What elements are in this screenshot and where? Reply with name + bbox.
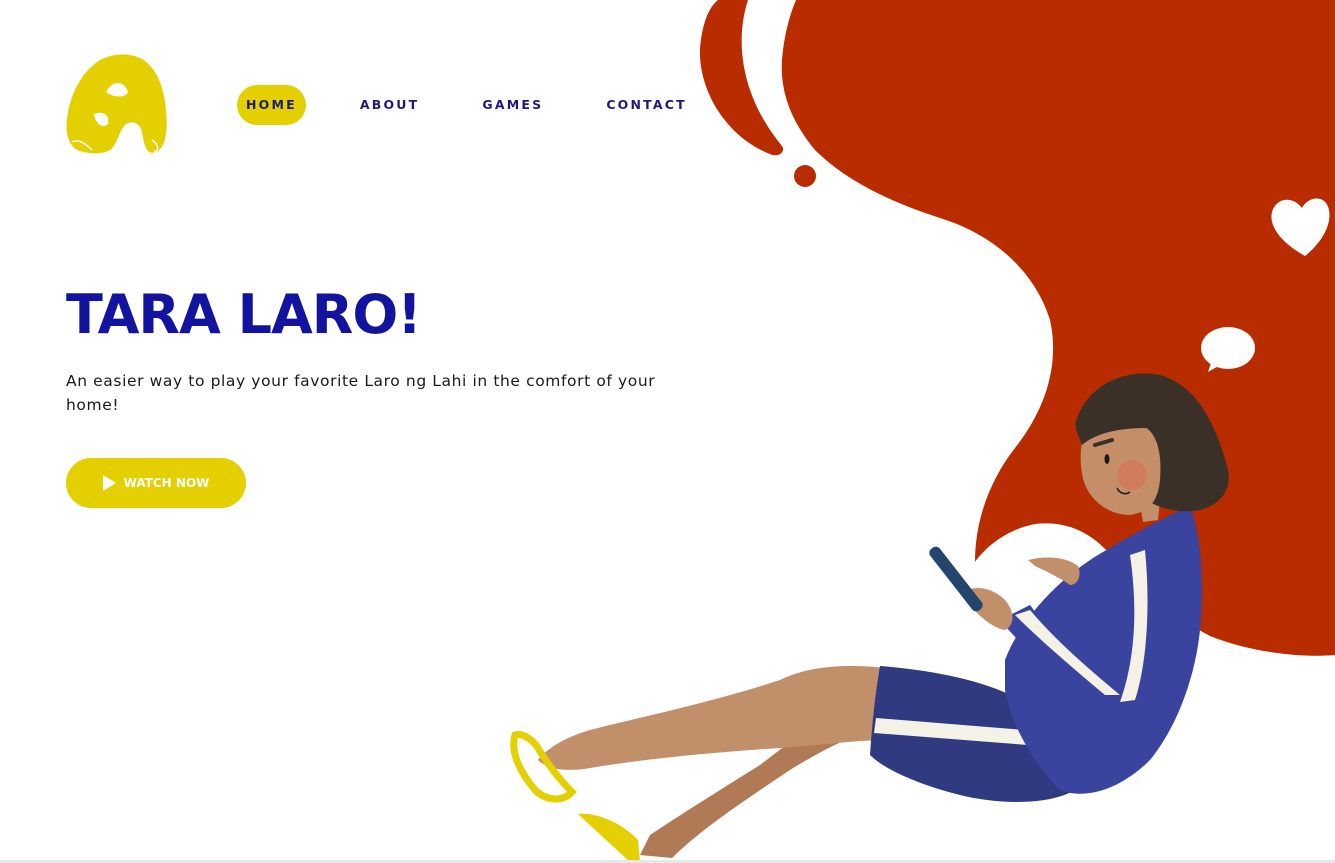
blob-dot (794, 165, 816, 187)
watch-now-button[interactable]: WATCH NOW (66, 458, 246, 508)
letter-a-brush-logo[interactable] (64, 52, 168, 158)
nav-about[interactable]: ABOUT (351, 85, 429, 125)
hero-title: TARA LARO! (66, 283, 422, 346)
play-icon (102, 475, 116, 491)
main-nav: HOME ABOUT GAMES CONTACT (237, 85, 741, 125)
nav-games[interactable]: GAMES (473, 85, 552, 125)
watch-now-label: WATCH NOW (123, 476, 210, 490)
nav-contact[interactable]: CONTACT (597, 85, 696, 125)
girl-illustration (510, 373, 1229, 862)
hero-illustration (510, 0, 1335, 862)
nav-home[interactable]: HOME (237, 85, 306, 125)
blob-curl (699, 0, 784, 156)
red-blob (781, 0, 1335, 656)
hero-subtitle: An easier way to play your favorite Laro… (66, 372, 656, 414)
